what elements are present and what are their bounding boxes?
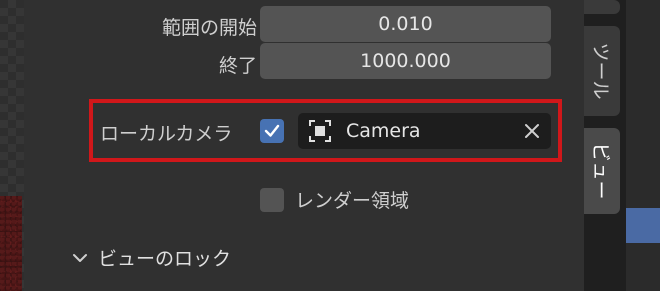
tab-above[interactable] xyxy=(584,0,620,14)
blender-sidebar: 範囲の開始 0.010 終了 1000.000 ローカルカメラ Camera レ… xyxy=(0,0,660,291)
sidebar-tab-column: ツール ビュー xyxy=(584,0,626,291)
camera-frame-icon xyxy=(309,120,331,142)
chevron-down-icon xyxy=(73,253,87,262)
clip-start-label: 範囲の開始 xyxy=(161,17,257,39)
viewport-right-edge[interactable] xyxy=(626,0,660,291)
clip-start-field[interactable]: 0.010 xyxy=(260,6,551,42)
camera-select-field[interactable]: Camera xyxy=(298,113,551,149)
viewport-left-edge[interactable] xyxy=(0,0,24,291)
tab-view[interactable]: ビュー xyxy=(584,128,620,214)
tab-tool-label: ツール xyxy=(589,42,612,100)
checkmark-icon xyxy=(264,124,280,137)
clip-end-field[interactable]: 1000.000 xyxy=(260,43,551,79)
camera-name: Camera xyxy=(346,120,421,142)
clip-end-label: 終了 xyxy=(218,55,257,77)
selected-strip xyxy=(626,208,660,243)
render-region-label: レンダー領域 xyxy=(295,190,410,212)
render-region-checkbox[interactable] xyxy=(260,188,284,212)
viewport-render-noise xyxy=(0,196,22,291)
tab-tool[interactable]: ツール xyxy=(584,26,620,116)
local-camera-checkbox[interactable] xyxy=(260,119,284,143)
view-lock-subpanel-header[interactable]: ビューのロック xyxy=(72,244,231,271)
x-icon[interactable] xyxy=(523,122,541,140)
local-camera-label: ローカルカメラ xyxy=(100,123,233,145)
view-lock-label: ビューのロック xyxy=(98,248,232,270)
tab-view-label: ビュー xyxy=(589,142,612,200)
